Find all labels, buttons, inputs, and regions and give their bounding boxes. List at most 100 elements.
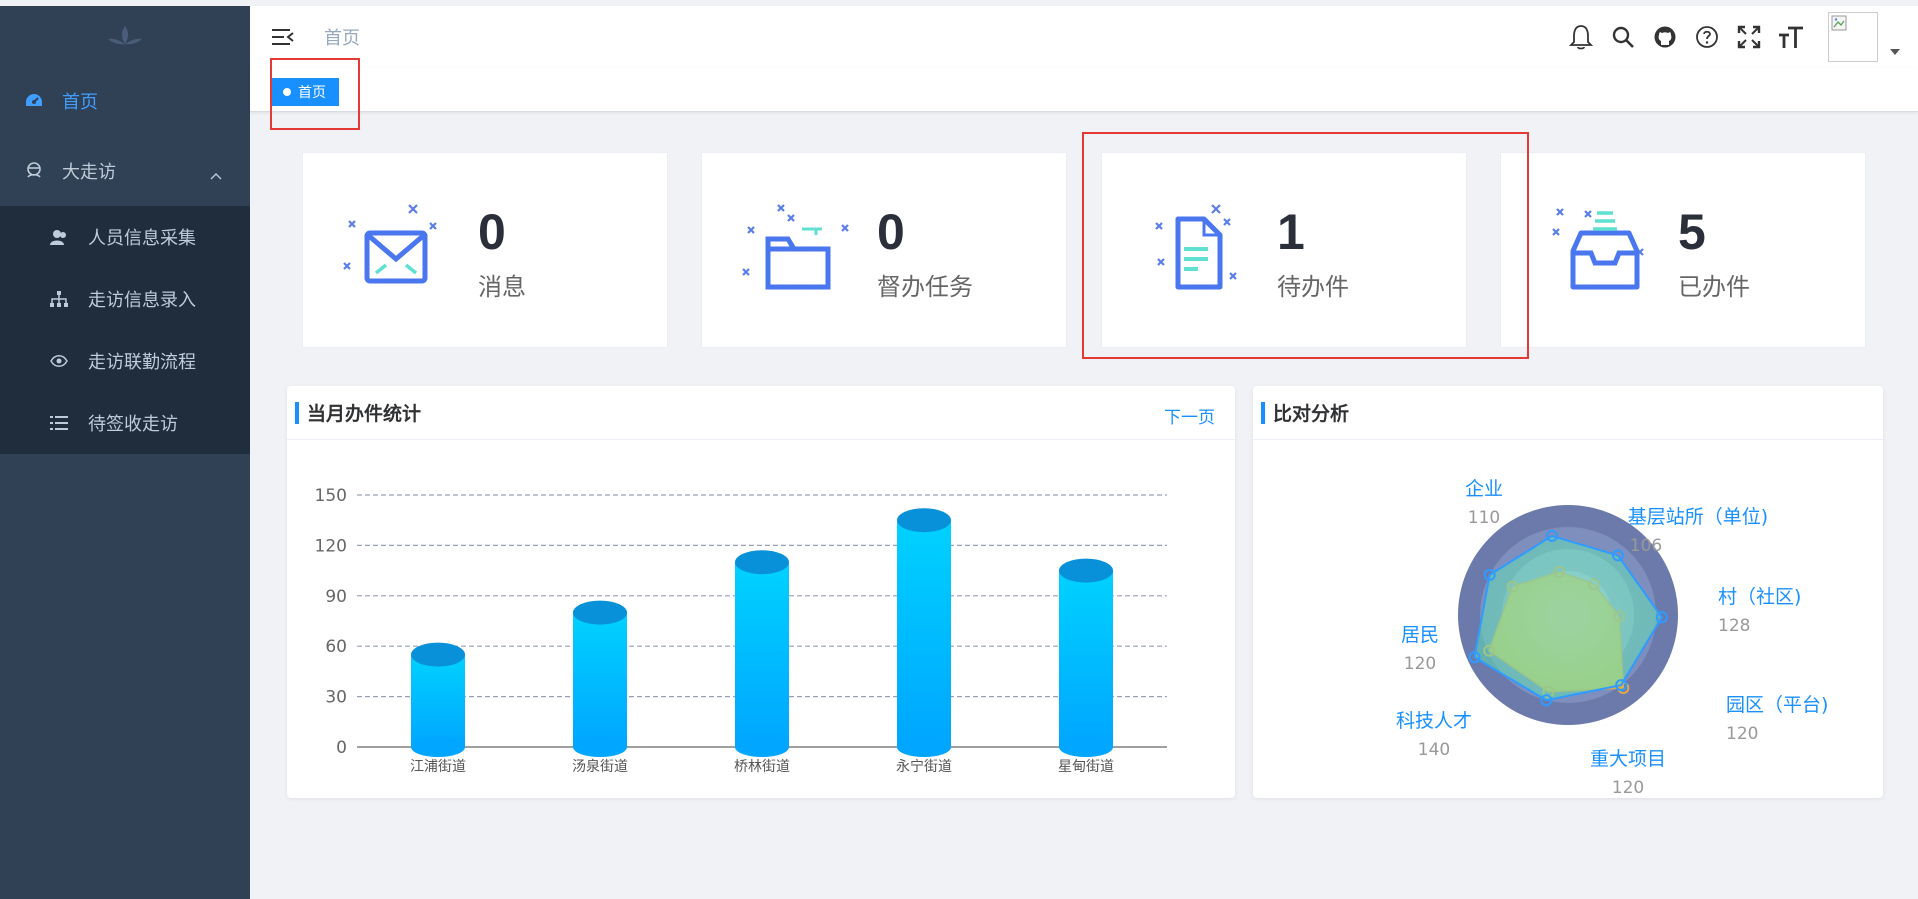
broken-image-icon (1831, 15, 1847, 31)
peoples-icon (50, 228, 68, 246)
radar-indicator-label: 园区（平台) (1726, 694, 1828, 716)
radar-indicator-value: 140 (1418, 740, 1450, 760)
bar-base (1059, 737, 1113, 757)
visit-icon (24, 161, 44, 181)
x-tick-label: 永宁街道 (896, 758, 952, 775)
folder-icon (742, 204, 849, 290)
sidebar-item-visit-entry[interactable]: 走访信息录入 (0, 268, 250, 330)
monthly-stats-panel: 当月办件统计 下一页 0 30 60 90 120 150 江浦街道 汤泉街道 桥林街道 永宁街道… (287, 386, 1235, 798)
y-tick-label: 150 (315, 486, 347, 506)
dashboard-icon (24, 91, 44, 111)
chevron-up-icon (210, 164, 222, 185)
x-tick-label: 桥林街道 (734, 759, 790, 775)
sidebar-item-home[interactable]: 首页 (0, 66, 250, 136)
bar-chart: 0 30 60 90 120 150 江浦街道 汤泉街道 桥林街道 永宁街道 星甸街道 (315, 486, 1167, 775)
sidebar-item-visit[interactable]: 大走访 (0, 136, 250, 206)
mail-icon (343, 204, 437, 284)
y-tick-label: 90 (325, 587, 347, 607)
hamburger-icon[interactable] (272, 27, 294, 47)
fullscreen-icon[interactable] (1736, 24, 1762, 50)
document-icon (1155, 204, 1237, 290)
right-menu (1560, 12, 1900, 62)
caret-down-icon[interactable] (1890, 49, 1900, 55)
sidebar-item-label: 首页 (62, 92, 98, 113)
bar-top (1059, 558, 1113, 583)
logo (0, 6, 250, 66)
tags-view: 首页 (250, 68, 1918, 112)
y-tick-label: 60 (325, 637, 347, 657)
breadcrumb: 首页 (324, 28, 360, 49)
inbox-icon (1552, 208, 1644, 290)
sidebar-item-label: 大走访 (62, 162, 116, 183)
stat-value: 0 (877, 204, 905, 260)
x-tick-label: 星甸街道 (1058, 759, 1114, 775)
search-icon[interactable] (1610, 24, 1636, 50)
radar-indicator-label: 企业 (1465, 478, 1503, 500)
radar-indicator-value: 120 (1404, 654, 1436, 674)
tree-icon (50, 290, 68, 308)
sidebar: 首页 大走访 人员信息采集 走访信息录入 走访联勤流程 待签收走访 (0, 6, 250, 899)
radar-indicator-value: 120 (1612, 778, 1644, 798)
bar (411, 654, 465, 747)
sidebar-item-personnel[interactable]: 人员信息采集 (0, 206, 250, 268)
panel-header: 比对分析 (1253, 386, 1883, 440)
sidebar-item-label: 走访联勤流程 (88, 352, 196, 373)
stat-value: 5 (1678, 204, 1706, 260)
bar (735, 562, 789, 747)
bar-base (411, 737, 465, 757)
active-dot-icon (283, 88, 291, 96)
x-tick-label: 江浦街道 (410, 759, 466, 775)
bar (573, 612, 627, 747)
x-tick-label: 汤泉街道 (572, 758, 628, 775)
bar-top (897, 508, 951, 533)
tag-home[interactable]: 首页 (272, 78, 339, 106)
eye-icon (50, 352, 68, 370)
radar-chart: 企业 110 基层站所（单位) 106 村（社区) 128 园区（平台) 120 重大项目 120… (1396, 478, 1828, 798)
radar-indicator-label: 重大项目 (1590, 748, 1666, 770)
stat-card-todo[interactable]: 1 待办件 (1101, 152, 1467, 348)
bar (1059, 570, 1113, 747)
stat-card-messages[interactable]: 0 消息 (302, 152, 668, 348)
y-tick-label: 30 (325, 688, 347, 708)
radar-indicator-value: 106 (1630, 536, 1662, 556)
stat-label: 消息 (478, 273, 526, 301)
stat-value: 1 (1277, 204, 1305, 260)
bar-base (573, 737, 627, 757)
avatar[interactable] (1828, 12, 1878, 62)
github-icon[interactable] (1652, 24, 1678, 50)
bar-base (735, 737, 789, 757)
sidebar-item-label: 待签收走访 (88, 414, 178, 435)
radar-indicator-value: 110 (1468, 508, 1500, 528)
bell-icon[interactable] (1568, 24, 1594, 50)
stat-card-supervision[interactable]: 0 督办任务 (701, 152, 1067, 348)
radar-indicator-value: 128 (1718, 616, 1750, 636)
stat-card-done[interactable]: 5 已办件 (1500, 152, 1866, 348)
sidebar-item-joint-process[interactable]: 走访联勤流程 (0, 330, 250, 392)
stat-label: 待办件 (1277, 273, 1349, 301)
radar-indicator-label: 居民 (1401, 624, 1439, 646)
radar-indicator-value: 120 (1726, 724, 1758, 744)
stat-value: 0 (478, 204, 506, 260)
bar-base (897, 737, 951, 757)
bar-top (411, 642, 465, 667)
stat-label: 已办件 (1678, 273, 1750, 301)
stat-label: 督办任务 (877, 273, 973, 301)
radar-indicator-label: 基层站所（单位) (1628, 506, 1768, 528)
next-page-link[interactable]: 下一页 (1164, 403, 1215, 428)
y-tick-label: 120 (315, 536, 347, 556)
radar-indicator-label: 科技人才 (1396, 710, 1472, 732)
submenu-visit: 人员信息采集 走访信息录入 走访联勤流程 待签收走访 (0, 206, 250, 454)
tag-label: 首页 (298, 85, 326, 101)
sidebar-item-label: 走访信息录入 (88, 290, 196, 311)
radar-indicator-label: 村（社区) (1718, 586, 1801, 608)
question-icon[interactable] (1694, 24, 1720, 50)
sidebar-item-pending-sign[interactable]: 待签收走访 (0, 392, 250, 454)
font-size-icon[interactable] (1778, 24, 1804, 50)
title-accent-bar (1261, 401, 1265, 424)
panel-header: 当月办件统计 下一页 (287, 386, 1235, 440)
comparison-panel: 比对分析 企业 110 基层站所（单位) 106 村（社区) 128 园区（平台) 120 重大… (1253, 386, 1883, 798)
bar-top (573, 600, 627, 625)
list-icon (50, 414, 68, 432)
y-tick-label: 0 (336, 738, 347, 758)
panel-title: 比对分析 (1273, 403, 1350, 425)
